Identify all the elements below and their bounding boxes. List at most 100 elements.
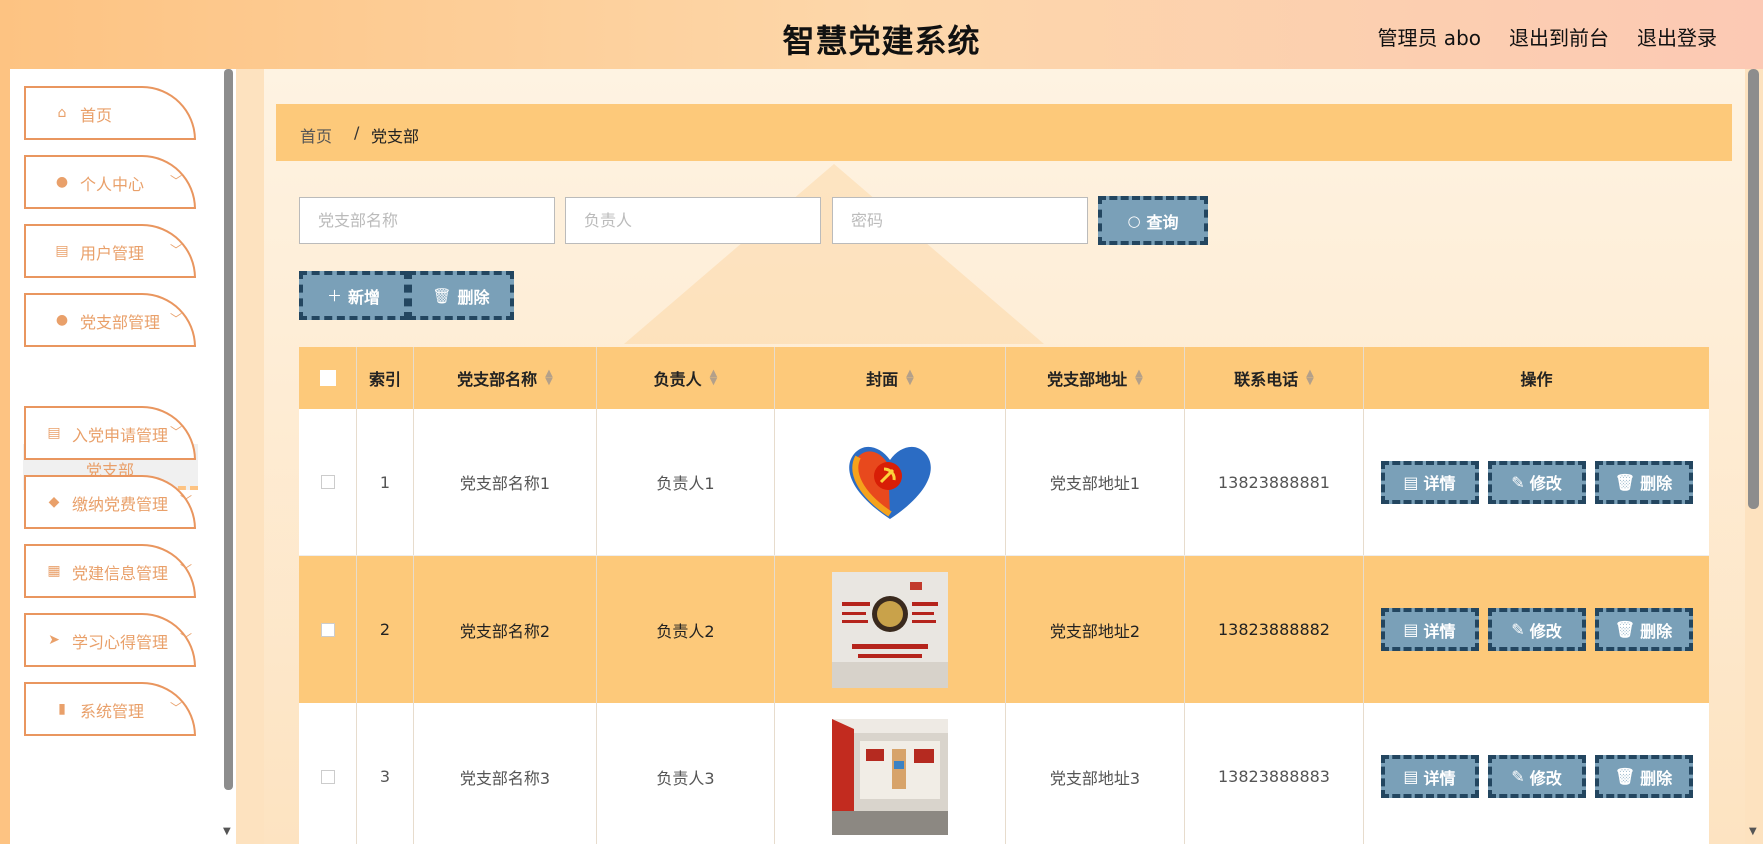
sidebar-item-label: 入党申请管理: [72, 426, 169, 445]
branch-name-search-input[interactable]: [299, 197, 555, 244]
sidebar-item-branch-management[interactable]: ● 党支部管理 ﹀: [24, 293, 196, 347]
clipboard-icon: ▤: [55, 243, 69, 259]
sort-icon[interactable]: ▲ ▼: [906, 369, 914, 387]
bar-chart-icon: ▮: [58, 701, 66, 717]
pencil-icon: ✎: [1511, 620, 1525, 639]
row-branch-name: 党支部名称2: [414, 556, 597, 703]
send-icon: ➤: [48, 632, 60, 648]
trash-icon: 🗑: [1614, 620, 1636, 639]
sidebar: ⌂ 首页 ● 个人中心 ﹀ ▤ 用户管理 ﹀ ● 党支部管理 ﹀ 党支部 ▤ 入…: [10, 69, 236, 844]
cover-image-party-emblem: [849, 446, 931, 519]
breadcrumb-separator: /: [354, 123, 360, 142]
cover-image-exhibition-hall: [832, 718, 948, 835]
document-icon: ▤: [1403, 472, 1419, 492]
trash-icon: 🗑: [1614, 472, 1636, 492]
delete-button[interactable]: 🗑 删除: [1594, 460, 1693, 504]
grid-icon: ▦: [47, 563, 61, 579]
leader-search-input[interactable]: [565, 197, 821, 244]
sidebar-item-study-management[interactable]: ➤ 学习心得管理 ﹀: [24, 613, 196, 667]
admin-user-link[interactable]: 管理员 abo: [1377, 22, 1481, 51]
sort-icon[interactable]: ▲ ▼: [545, 369, 553, 387]
plus-icon: ＋: [326, 287, 342, 305]
row-branch-name: 党支部名称3: [414, 703, 597, 844]
user-icon: ●: [55, 174, 69, 190]
detail-button[interactable]: ▤ 详情: [1380, 755, 1479, 798]
exit-to-front-link[interactable]: 退出到前台: [1509, 22, 1609, 51]
trash-icon: 🗑: [1614, 767, 1636, 786]
sidebar-item-label: 首页: [80, 106, 113, 125]
delete-button[interactable]: 🗑 删除: [1594, 755, 1693, 798]
header-phone[interactable]: 联系电话 ▲ ▼: [1185, 347, 1364, 409]
detail-button[interactable]: ▤ 详情: [1380, 608, 1479, 651]
sidebar-scrollbar[interactable]: [224, 69, 233, 790]
main-content: 首页 / 党支部 ○ 查询 ＋ 新增 🗑 删除 索引 党支部名称▲▼ 负责人▲▼…: [264, 69, 1745, 844]
header-links: 管理员 abo 退出到前台 退出登录: [1377, 22, 1717, 51]
row-address: 党支部地址3: [1006, 703, 1185, 844]
sort-icon[interactable]: ▲ ▼: [1135, 369, 1143, 387]
chevron-down-icon: ﹀: [179, 494, 192, 508]
sidebar-item-system-management[interactable]: ▮ 系统管理 ﹀: [24, 682, 196, 736]
row-phone: 13823888881: [1185, 409, 1364, 555]
sidebar-item-application-management[interactable]: ▤ 入党申请管理 ﹀: [24, 406, 196, 460]
sidebar-item-label: 党支部管理: [80, 313, 161, 332]
top-header: 智慧党建系统 管理员 abo 退出到前台 退出登录: [0, 0, 1763, 69]
edit-button[interactable]: ✎ 修改: [1487, 608, 1586, 651]
table-row: 3 党支部名称3 负责人3 党支部地址3 13823888883 ▤ 详情 ✎ …: [299, 703, 1709, 844]
detail-button[interactable]: ▤ 详情: [1380, 460, 1479, 504]
breadcrumb: 首页 / 党支部: [276, 104, 1732, 161]
document-icon: ▤: [1403, 767, 1419, 786]
chevron-down-icon: ﹀: [169, 174, 182, 188]
sort-icon[interactable]: ▲ ▼: [710, 369, 718, 387]
sidebar-item-user-management[interactable]: ▤ 用户管理 ﹀: [24, 224, 196, 278]
page-scrollbar[interactable]: [1748, 69, 1759, 509]
scroll-down-arrow-icon[interactable]: ▼: [1749, 826, 1757, 837]
chevron-down-icon: ﹀: [169, 312, 182, 326]
sidebar-item-personal-center[interactable]: ● 个人中心 ﹀: [24, 155, 196, 209]
sidebar-item-label: 系统管理: [80, 702, 145, 721]
batch-delete-button[interactable]: 🗑 删除: [408, 271, 514, 320]
password-search-input[interactable]: [832, 197, 1088, 244]
header-cover[interactable]: 封面 ▲ ▼: [775, 347, 1006, 409]
row-checkbox[interactable]: [320, 475, 335, 489]
table-row: 1 党支部名称1 负责人1 党支部地址1 13823888881 ▤ 详情 ✎ 修改…: [299, 409, 1709, 556]
row-phone: 13823888882: [1185, 556, 1364, 703]
header-leader[interactable]: 负责人 ▲ ▼: [597, 347, 775, 409]
search-icon: ○: [1127, 211, 1141, 230]
edit-button[interactable]: ✎ 修改: [1487, 755, 1586, 798]
delete-button[interactable]: 🗑 删除: [1594, 608, 1693, 651]
breadcrumb-current: 党支部: [371, 127, 420, 146]
clipboard-icon: ▤: [47, 425, 61, 441]
row-checkbox[interactable]: [320, 622, 335, 637]
row-leader: 负责人3: [597, 703, 775, 844]
user-icon: ●: [55, 312, 69, 328]
sidebar-item-label: 用户管理: [80, 244, 145, 263]
header-index: 索引: [357, 347, 414, 409]
edit-button[interactable]: ✎ 修改: [1487, 460, 1586, 504]
pencil-icon: ✎: [1511, 472, 1525, 492]
select-all-cell: [299, 347, 357, 409]
chevron-down-icon: ﹀: [169, 701, 182, 715]
sidebar-item-home[interactable]: ⌂ 首页: [24, 86, 196, 140]
query-button[interactable]: ○ 查询: [1098, 196, 1208, 245]
sidebar-item-label: 党建信息管理: [72, 564, 169, 583]
trash-icon: 🗑: [432, 286, 452, 305]
logout-link[interactable]: 退出登录: [1637, 22, 1717, 51]
sidebar-item-dues-management[interactable]: ◆ 缴纳党费管理 ﹀: [24, 475, 196, 529]
sidebar-item-info-management[interactable]: ▦ 党建信息管理 ﹀: [24, 544, 196, 598]
row-phone: 13823888883: [1185, 703, 1364, 844]
select-all-checkbox[interactable]: [319, 370, 336, 386]
header-branch-name[interactable]: 党支部名称 ▲ ▼: [414, 347, 597, 409]
cover-image-culture-wall: [832, 571, 948, 688]
scroll-down-arrow-icon[interactable]: ▼: [223, 826, 231, 837]
breadcrumb-home[interactable]: 首页: [300, 123, 332, 147]
header-address[interactable]: 党支部地址 ▲ ▼: [1006, 347, 1185, 409]
add-button[interactable]: ＋ 新增: [299, 271, 408, 320]
row-checkbox[interactable]: [320, 769, 335, 784]
table-row: 2 党支部名称2 负责人2 党支部地址2 13823888882 ▤ 详情 ✎ …: [299, 556, 1709, 703]
row-index: 2: [357, 556, 414, 703]
row-leader: 负责人2: [597, 556, 775, 703]
chevron-down-icon: ﹀: [169, 243, 182, 257]
background-triangle: [624, 164, 1044, 344]
row-address: 党支部地址2: [1006, 556, 1185, 703]
sort-icon[interactable]: ▲ ▼: [1306, 369, 1314, 387]
